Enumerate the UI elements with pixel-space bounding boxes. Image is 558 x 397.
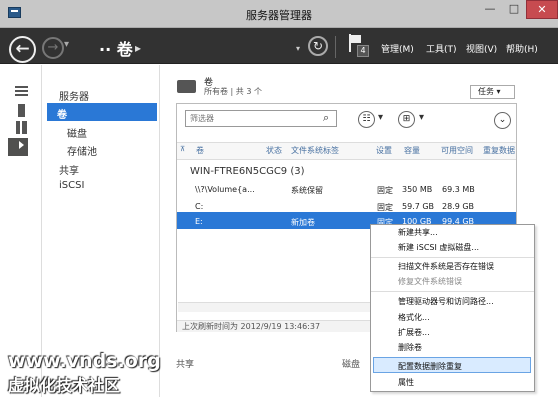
- row-c-free: 28.9 GB: [442, 202, 475, 211]
- sidebar-item-disks[interactable]: 磁盘: [67, 125, 87, 140]
- list-view-dropdown-icon[interactable]: ▾: [378, 112, 383, 123]
- row-system-reserved-capacity: 350 MB: [402, 185, 433, 194]
- expand-icon[interactable]: ⌄: [494, 112, 511, 129]
- list-view-button[interactable]: ☷: [358, 111, 375, 128]
- row-c-volume[interactable]: C:: [195, 202, 203, 211]
- back-button[interactable]: ←: [9, 36, 36, 63]
- toolbar-divider: [335, 36, 336, 58]
- manage-menu[interactable]: 管理(M): [381, 42, 414, 55]
- server-group[interactable]: WIN-FTRE6N5CGC9 (3): [190, 166, 305, 177]
- format-menu-item[interactable]: 格式化...: [398, 312, 430, 323]
- row-e-volume[interactable]: E:: [195, 217, 203, 226]
- menu-divider: [371, 291, 534, 292]
- extend-volume-menu-item[interactable]: 扩展卷...: [398, 327, 430, 338]
- tasks-chevron-icon: ▾: [496, 87, 501, 96]
- sidebar-item-servers[interactable]: 服务器: [59, 88, 89, 103]
- configure-deduplication-menu-item[interactable]: 配置数据删除重复: [398, 361, 462, 372]
- dashboard-icon[interactable]: [15, 86, 28, 98]
- breadcrumb: ·· 卷: [99, 36, 133, 60]
- volume-subtitle: 所有卷 | 共 3 个: [204, 87, 262, 96]
- row-e-label: 新加卷: [291, 218, 315, 227]
- scan-file-system-menu-item[interactable]: 扫描文件系统是否存在错误: [398, 261, 494, 272]
- new-share-menu-item[interactable]: 新建共享...: [398, 227, 438, 238]
- row-system-reserved-label: 系统保留: [291, 186, 323, 195]
- history-dropdown-icon[interactable]: ▾: [64, 39, 69, 50]
- tasks-label: 任务: [478, 87, 494, 96]
- row-system-reserved-free: 69.3 MB: [442, 185, 475, 194]
- breadcrumb-prefix: ··: [99, 40, 112, 59]
- label-column-header[interactable]: 文件系统标签: [291, 145, 339, 156]
- shares-label: 共享: [176, 360, 195, 370]
- sidebar-item-volumes[interactable]: 卷: [47, 103, 157, 121]
- help-menu[interactable]: 帮助(H): [506, 42, 538, 55]
- free-column-header[interactable]: 可用空间: [441, 145, 473, 156]
- sidebar-item-storage-pools[interactable]: 存储池: [67, 143, 97, 158]
- minimize-button[interactable]: —: [478, 0, 502, 19]
- sidebar-item-shares[interactable]: 共享: [59, 162, 79, 177]
- forward-button: →: [42, 37, 64, 59]
- menu-divider: [371, 257, 534, 258]
- sort-icon[interactable]: ⊼: [180, 145, 185, 153]
- window-title: 服务器管理器: [246, 9, 312, 22]
- sidebar-item-iscsi[interactable]: iSCSI: [59, 180, 84, 191]
- volume-icon: [177, 80, 196, 93]
- notification-count-badge: 4: [357, 45, 369, 57]
- setting-column-header[interactable]: 设置: [376, 145, 392, 156]
- disks-label: 磁盘: [342, 360, 361, 370]
- tools-menu[interactable]: 工具(T): [426, 42, 457, 55]
- deduplication-column-header[interactable]: 重复数据: [483, 145, 515, 156]
- filter-input[interactable]: 筛选器: [185, 110, 337, 127]
- tasks-dropdown[interactable]: 任务 ▾: [470, 85, 515, 99]
- view-menu[interactable]: 视图(V): [466, 42, 497, 55]
- capacity-column-header[interactable]: 容量: [404, 145, 420, 156]
- breadcrumb-arrow-icon: ▸: [135, 41, 142, 55]
- refresh-icon[interactable]: ↻: [308, 36, 328, 56]
- row-c-capacity: 59.7 GB: [402, 202, 435, 211]
- new-iscsi-disk-menu-item[interactable]: 新建 iSCSI 虚拟磁盘...: [398, 242, 479, 253]
- all-servers-icon[interactable]: [16, 121, 27, 134]
- manage-dropdown-icon[interactable]: ▾: [296, 44, 300, 53]
- close-button[interactable]: ✕: [526, 0, 558, 19]
- filter-button[interactable]: ⊞: [398, 111, 415, 128]
- file-storage-services-icon[interactable]: [8, 138, 28, 156]
- filter-dropdown-icon[interactable]: ▾: [419, 112, 424, 123]
- website-watermark: www.vnds.org: [8, 350, 161, 372]
- drive-letter-menu-item[interactable]: 管理驱动器号和访问路径...: [398, 296, 494, 307]
- volume-column-header[interactable]: 卷: [196, 145, 204, 156]
- maximize-button[interactable]: □: [502, 0, 526, 19]
- row-system-reserved-volume[interactable]: \\?\Volume{a...: [195, 185, 255, 194]
- community-watermark: 虚拟化技术社区: [8, 376, 121, 395]
- repair-file-system-menu-item: 修复文件系统错误: [398, 277, 462, 286]
- status-column-header[interactable]: 状态: [266, 145, 282, 156]
- properties-menu-item[interactable]: 属性: [398, 377, 414, 388]
- local-server-icon[interactable]: [18, 104, 25, 117]
- delete-volume-menu-item[interactable]: 删除卷: [398, 342, 422, 353]
- row-system-reserved-setting: 固定: [377, 186, 393, 195]
- breadcrumb-volume: 卷: [116, 40, 133, 59]
- search-icon[interactable]: ⌕: [323, 111, 329, 125]
